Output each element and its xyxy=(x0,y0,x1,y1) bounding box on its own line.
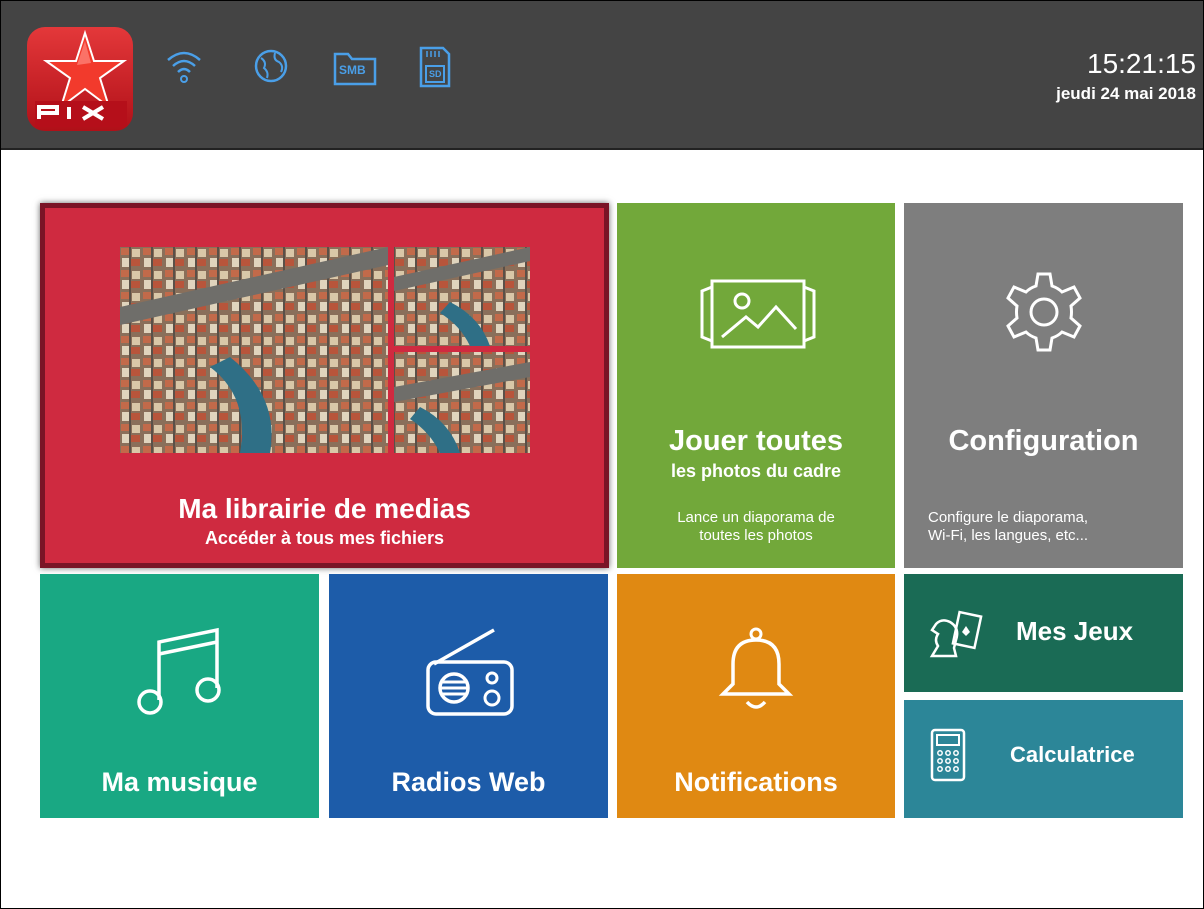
play-all-description: Lance un diaporama de toutes les photos xyxy=(617,509,895,545)
configuration-title: Configuration xyxy=(948,425,1139,457)
smb-label: SMB xyxy=(339,63,366,77)
configuration-description: Configure le diaporama, Wi-Fi, les langu… xyxy=(928,509,1088,545)
pix-logo xyxy=(27,27,133,131)
slideshow-icon xyxy=(700,279,816,349)
web-radio-tile[interactable]: Radios Web xyxy=(329,574,608,818)
clock-date: jeudi 24 mai 2018 xyxy=(1056,84,1196,103)
library-title: Ma librairie de medias xyxy=(178,493,471,524)
play-all-desc-line2: toutes les photos xyxy=(699,527,813,544)
configuration-tile[interactable]: Configuration Configure le diaporama, Wi… xyxy=(904,203,1183,568)
smb-folder-icon: SMB xyxy=(332,44,378,90)
play-all-subtitle: les photos du cadre xyxy=(670,461,842,481)
notifications-tile[interactable]: Notifications xyxy=(617,574,895,818)
notifications-title: Notifications xyxy=(674,767,838,797)
play-all-title: Jouer toutes xyxy=(668,425,844,457)
sd-label: SD xyxy=(429,69,442,79)
games-cards-icon xyxy=(929,610,983,658)
clock-time: 15:21:15 xyxy=(1087,48,1196,79)
web-radio-title: Radios Web xyxy=(391,767,546,797)
library-subtitle: Accéder à tous mes fichiers xyxy=(204,528,445,548)
sd-card-icon: SD xyxy=(415,44,455,90)
music-note-icon xyxy=(137,627,221,715)
radio-icon xyxy=(426,628,514,716)
calculator-title: Calculatrice xyxy=(1010,742,1135,767)
photo-collage-image xyxy=(120,247,530,453)
bell-icon xyxy=(718,627,794,709)
wifi-icon xyxy=(167,51,201,83)
top-status-bar: SMB SD 15:21:15 jeudi 24 mai 2018 xyxy=(0,0,1204,150)
calculator-icon xyxy=(930,728,966,782)
play-all-photos-tile[interactable]: Jouer toutes les photos du cadre Lance u… xyxy=(617,203,895,568)
music-title: Ma musique xyxy=(101,767,258,797)
media-library-tile[interactable]: Ma librairie de medias Accéder à tous me… xyxy=(40,203,609,568)
configuration-desc-line1: Configure le diaporama, xyxy=(928,509,1089,526)
configuration-desc-line2: Wi-Fi, les langues, etc... xyxy=(928,527,1089,544)
globe-icon xyxy=(254,49,288,83)
calculator-tile[interactable]: Calculatrice xyxy=(904,700,1183,818)
games-title: Mes Jeux xyxy=(1016,616,1134,646)
games-tile[interactable]: Mes Jeux xyxy=(904,574,1183,692)
music-tile[interactable]: Ma musique xyxy=(40,574,319,818)
gear-icon xyxy=(1006,272,1082,352)
play-all-desc-line1: Lance un diaporama de xyxy=(677,509,835,526)
